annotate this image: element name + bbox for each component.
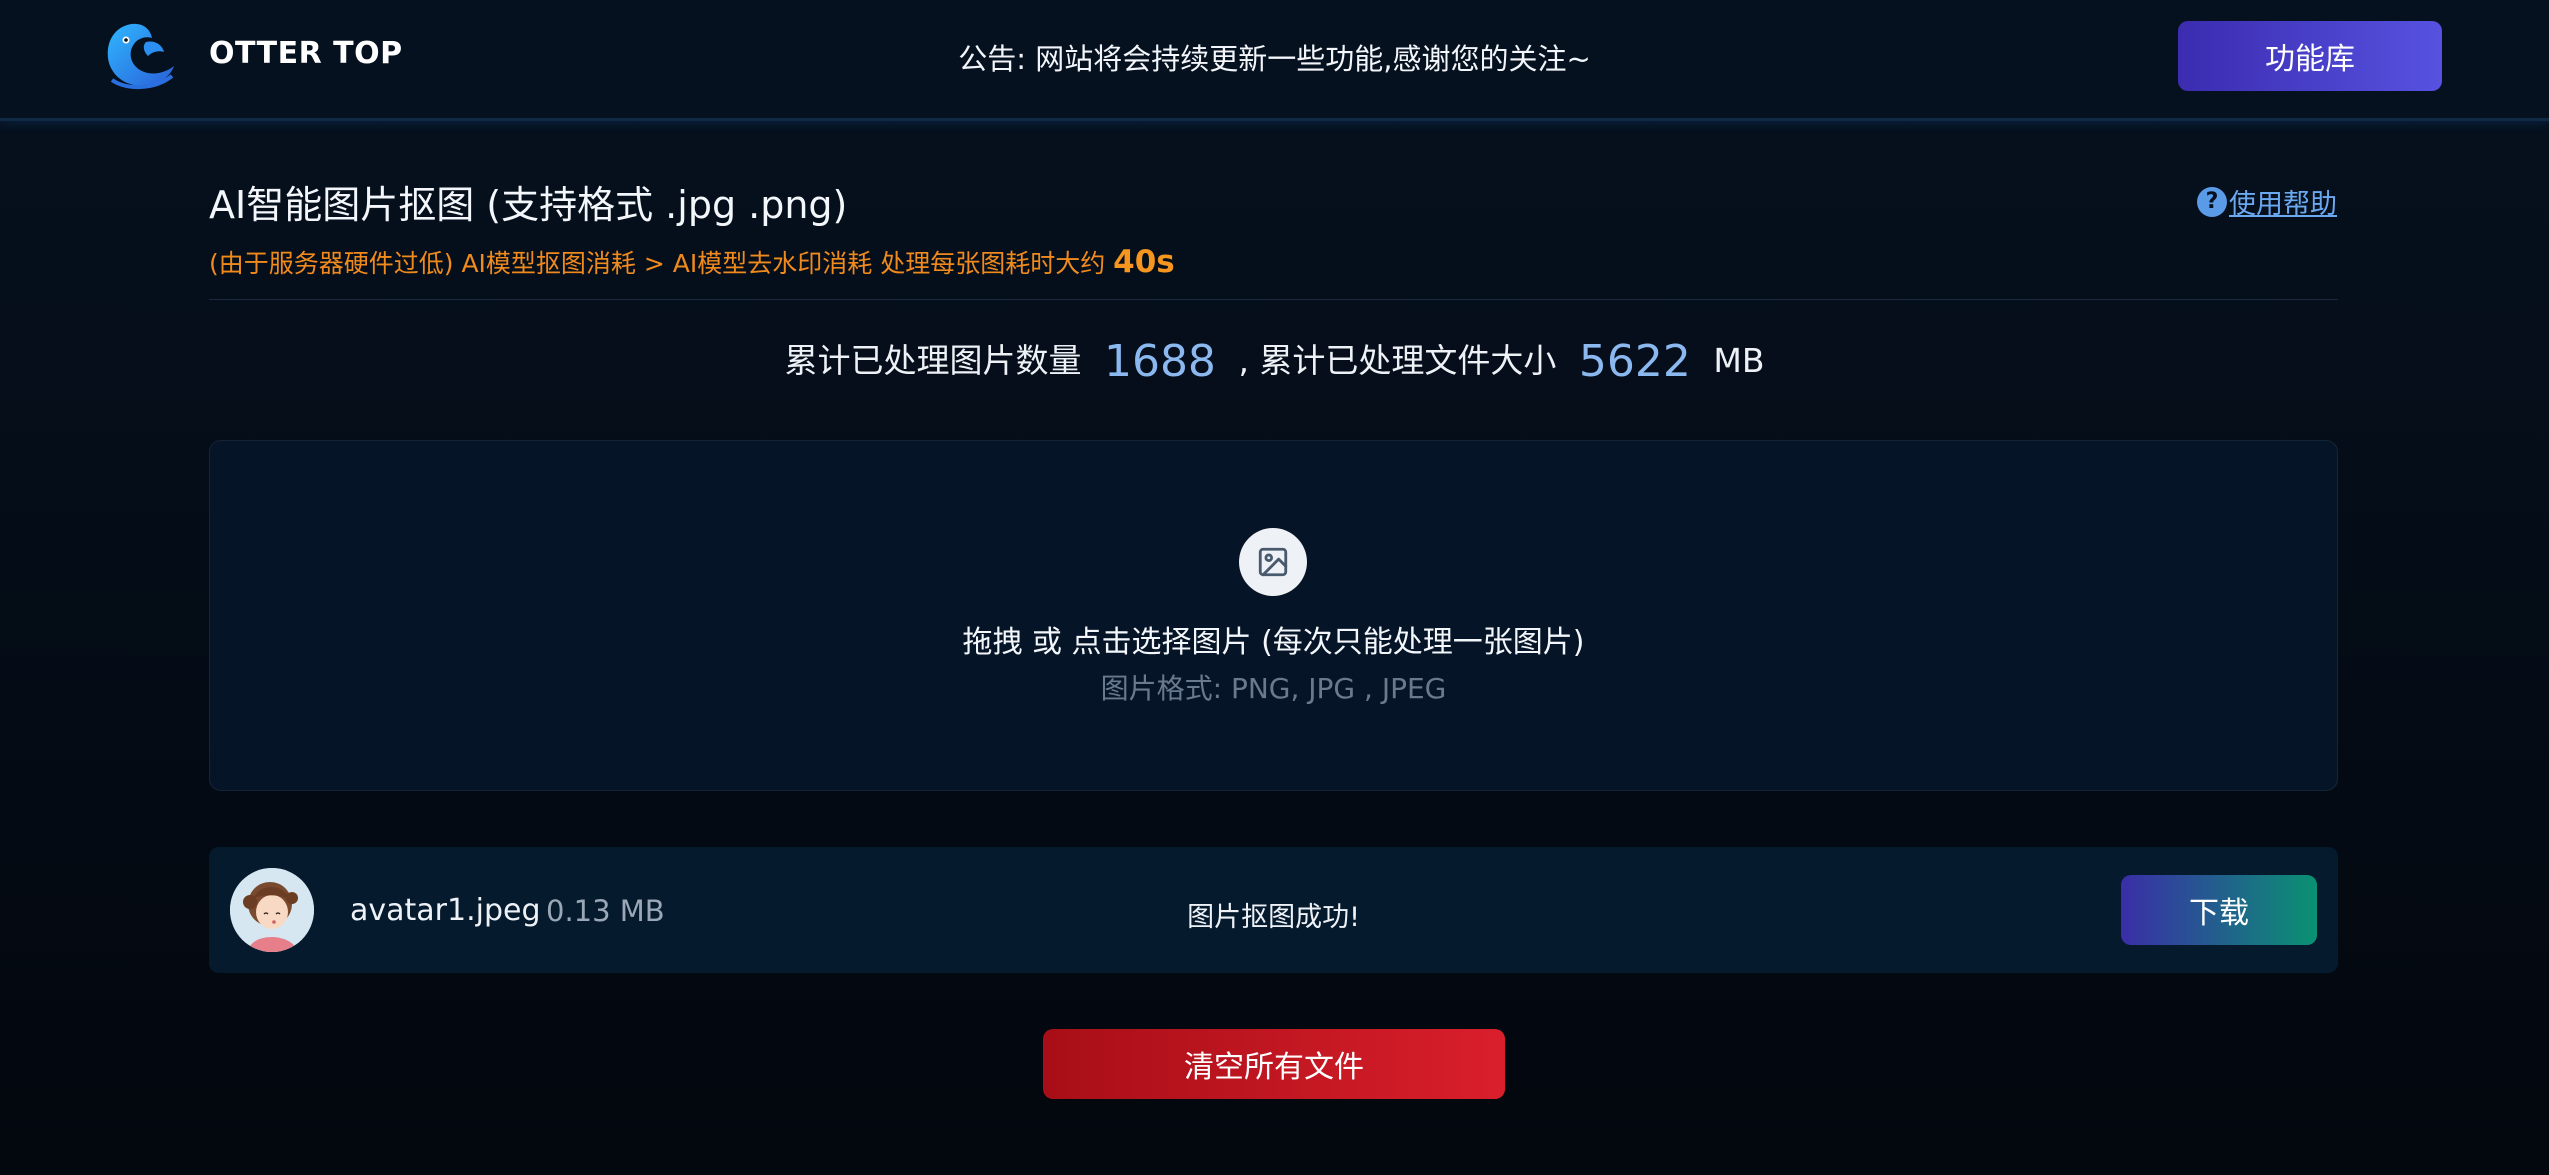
size-label: , 累计已处理文件大小 bbox=[1238, 341, 1557, 380]
processed-size: 5622 bbox=[1578, 336, 1691, 387]
question-circle-icon[interactable]: ? bbox=[2197, 186, 2227, 217]
page-title: AI智能图片抠图 (支持格式 .jpg .png) bbox=[209, 183, 848, 227]
upload-formats: 图片格式: PNG, JPG , JPEG bbox=[1100, 672, 1447, 705]
file-row: avatar1.jpeg 0.13 MB 图片抠图成功! 下载 bbox=[209, 847, 2338, 973]
file-status: 图片抠图成功! bbox=[1187, 902, 1360, 933]
divider bbox=[209, 299, 2338, 300]
feature-library-button[interactable]: 功能库 bbox=[2178, 21, 2442, 91]
download-button[interactable]: 下载 bbox=[2121, 875, 2317, 945]
top-header: OTTER TOP 公告: 网站将会持续更新一些功能,感谢您的关注~ 功能库 bbox=[0, 0, 2549, 121]
upload-instruction: 拖拽 或 点击选择图片 (每次只能处理一张图片) bbox=[962, 625, 1585, 660]
help-link[interactable]: 使用帮助 bbox=[2229, 182, 2337, 221]
help-link-group[interactable]: ? 使用帮助 bbox=[2197, 182, 2337, 221]
processed-count: 1688 bbox=[1103, 336, 1216, 387]
clear-all-files-button[interactable]: 清空所有文件 bbox=[1043, 1029, 1505, 1099]
processing-time: 40s bbox=[1113, 244, 1175, 280]
upload-dropzone[interactable]: 拖拽 或 点击选择图片 (每次只能处理一张图片) 图片格式: PNG, JPG … bbox=[209, 440, 2338, 791]
processing-stats: 累计已处理图片数量 1688 , 累计已处理文件大小 5622 MB bbox=[0, 334, 2549, 387]
announcement-text: 公告: 网站将会持续更新一些功能,感谢您的关注~ bbox=[958, 42, 1591, 76]
processing-note: (由于服务器硬件过低) AI模型抠图消耗 > AI模型去水印消耗 处理每张图耗时… bbox=[209, 244, 1175, 280]
image-icon[interactable] bbox=[1239, 528, 1307, 596]
processing-note-text: (由于服务器硬件过低) AI模型抠图消耗 > AI模型去水印消耗 处理每张图耗时… bbox=[209, 249, 1106, 278]
size-unit: MB bbox=[1713, 341, 1765, 380]
count-label: 累计已处理图片数量 bbox=[784, 341, 1082, 380]
